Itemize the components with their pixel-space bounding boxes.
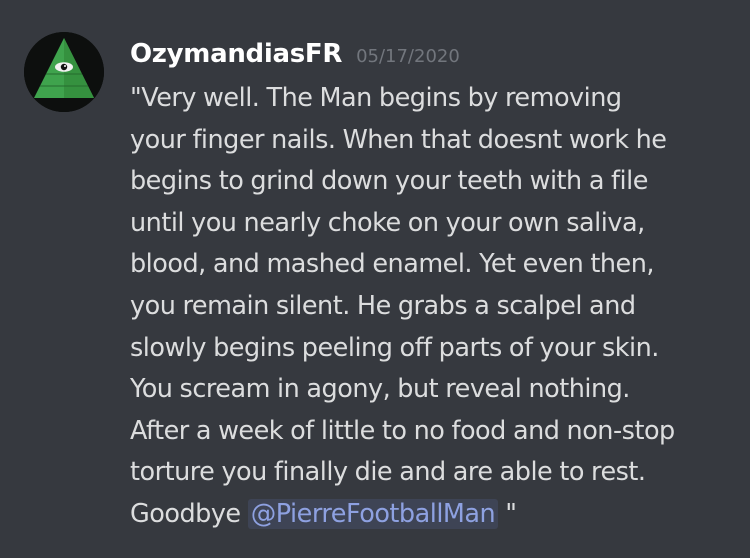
message-content: "Very well. The Man begins by removing y… <box>130 78 740 536</box>
user-mention[interactable]: @PierreFootballMan <box>247 498 499 529</box>
message-line: your finger nails. When that doesnt work… <box>130 124 667 155</box>
timestamp: 05/17/2020 <box>356 46 460 67</box>
message-line: until you nearly choke on your own saliv… <box>130 207 645 238</box>
message-line: blood, and mashed enamel. Yet even then, <box>130 249 654 280</box>
username[interactable]: OzymandiasFR <box>130 34 342 74</box>
message-header: OzymandiasFR 05/17/2020 <box>130 34 460 74</box>
message-line: slowly begins peeling off parts of your … <box>130 332 659 363</box>
chat-message: OzymandiasFR 05/17/2020 "Very well. The … <box>0 0 750 558</box>
message-line: torture you finally die and are able to … <box>130 457 646 488</box>
message-line-last: Goodbye @PierreFootballMan " <box>130 494 740 536</box>
message-line: You scream in agony, but reveal nothing. <box>130 374 630 405</box>
eye-pyramid-icon <box>24 32 104 112</box>
avatar[interactable] <box>24 32 104 112</box>
message-line: After a week of little to no food and no… <box>130 415 675 446</box>
message-text-goodbye: Goodbye <box>130 498 248 529</box>
message-text-closing-quote: " <box>498 498 517 529</box>
message-line: begins to grind down your teeth with a f… <box>130 166 648 197</box>
message-line: you remain silent. He grabs a scalpel an… <box>130 290 636 321</box>
message-line: "Very well. The Man begins by removing <box>130 83 622 113</box>
